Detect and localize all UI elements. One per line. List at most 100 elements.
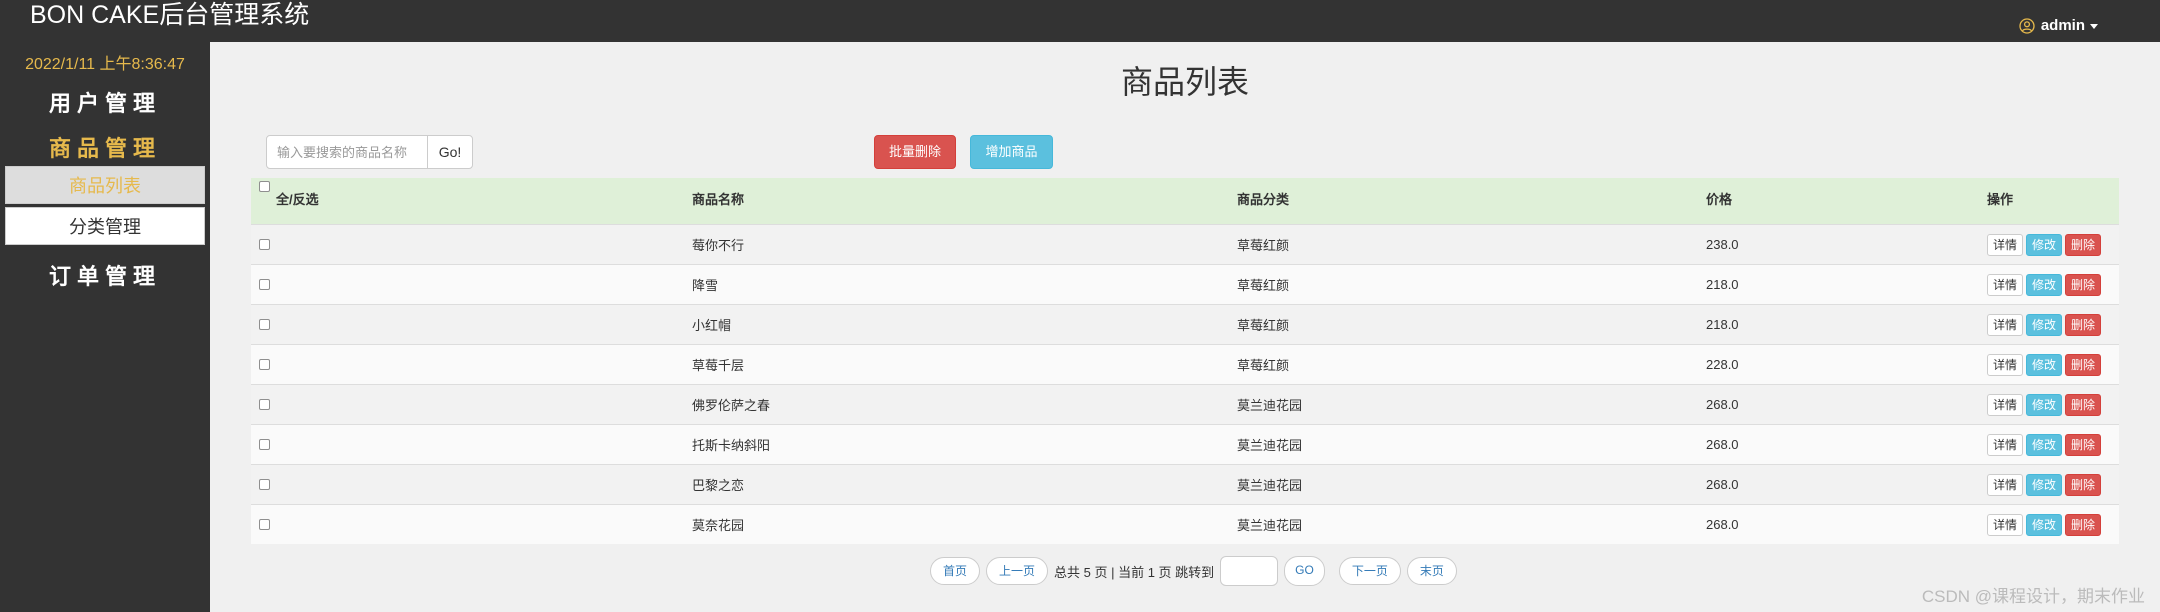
row-checkbox[interactable] <box>259 399 270 410</box>
cell-price: 238.0 <box>1706 237 1739 252</box>
table-row: 草莓千层 草莓红颜 228.0 详情 修改 删除 <box>251 344 2119 384</box>
user-menu[interactable]: admin <box>2019 16 2098 36</box>
cell-price: 268.0 <box>1706 437 1739 452</box>
brand-title[interactable]: BON CAKE后台管理系统 <box>30 0 309 30</box>
cell-name: 莓你不行 <box>692 238 745 253</box>
cell-name: 托斯卡纳斜阳 <box>692 438 771 453</box>
cell-price: 228.0 <box>1706 357 1739 372</box>
row-checkbox[interactable] <box>259 519 270 530</box>
cell-category: 草莓红颜 <box>1237 318 1290 333</box>
row-check-cell <box>259 265 270 304</box>
cell-price: 268.0 <box>1706 517 1739 532</box>
row-checkbox[interactable] <box>259 239 270 250</box>
jump-page-input[interactable] <box>1220 556 1279 586</box>
edit-button[interactable]: 修改 <box>2026 273 2063 296</box>
sidebar-item-product-management[interactable]: 商品管理 <box>0 131 210 163</box>
delete-button[interactable]: 删除 <box>2065 313 2102 336</box>
cell-ops: 详情 修改 删除 <box>1987 225 2104 264</box>
header-check-cell: 全/反选 <box>259 178 319 224</box>
edit-button[interactable]: 修改 <box>2026 473 2063 496</box>
edit-button[interactable]: 修改 <box>2026 313 2063 336</box>
delete-button[interactable]: 删除 <box>2065 273 2102 296</box>
search-input[interactable] <box>266 135 428 169</box>
watermark: CSDN @课程设计，期末作业 <box>1921 587 2145 606</box>
detail-button[interactable]: 详情 <box>1987 513 2024 536</box>
select-all-checkbox[interactable] <box>259 181 270 192</box>
cell-ops: 详情 修改 删除 <box>1987 425 2104 464</box>
sidebar: 2022/1/11 上午8:36:47 用户管理 商品管理 商品列表 分类管理 … <box>0 42 210 612</box>
cell-category: 草莓红颜 <box>1237 238 1290 253</box>
search-go-button[interactable]: Go! <box>427 135 473 169</box>
table-row: 佛罗伦萨之春 莫兰迪花园 268.0 详情 修改 删除 <box>251 384 2119 424</box>
jump-go-button[interactable]: GO <box>1284 556 1325 586</box>
edit-button[interactable]: 修改 <box>2026 513 2063 536</box>
edit-button[interactable]: 修改 <box>2026 433 2063 456</box>
header-category: 商品分类 <box>1237 192 1290 207</box>
delete-button[interactable]: 删除 <box>2065 513 2102 536</box>
detail-button[interactable]: 详情 <box>1987 233 2024 256</box>
table-body: 莓你不行 草莓红颜 238.0 详情 修改 删除 降雪 草莓红颜 218.0 详情 修改 删除 小红帽草… <box>251 224 2119 544</box>
page-info: 总共 5 页 | 当前 1 页 跳转到 <box>1054 564 1215 580</box>
next-page-button[interactable]: 下一页 <box>1338 557 1401 585</box>
detail-button[interactable]: 详情 <box>1987 353 2024 376</box>
cell-category: 草莓红颜 <box>1237 278 1290 293</box>
cell-category: 莫兰迪花园 <box>1237 438 1303 453</box>
delete-button[interactable]: 删除 <box>2065 433 2102 456</box>
row-check-cell <box>259 465 270 504</box>
row-checkbox[interactable] <box>259 359 270 370</box>
edit-button[interactable]: 修改 <box>2026 353 2063 376</box>
sidebar-item-user-management[interactable]: 用户管理 <box>0 86 210 118</box>
last-page-button[interactable]: 末页 <box>1406 557 1457 585</box>
detail-button[interactable]: 详情 <box>1987 313 2024 336</box>
table-row: 巴黎之恋 莫兰迪花园 268.0 详情 修改 删除 <box>251 464 2119 504</box>
cell-category: 草莓红颜 <box>1237 358 1290 373</box>
row-check-cell <box>259 505 270 544</box>
chevron-down-icon <box>2090 23 2098 29</box>
row-checkbox[interactable] <box>259 319 270 330</box>
detail-button[interactable]: 详情 <box>1987 433 2024 456</box>
sidebar-item-category-management[interactable]: 分类管理 <box>5 207 205 245</box>
row-check-cell <box>259 225 270 264</box>
row-checkbox[interactable] <box>259 439 270 450</box>
delete-button[interactable]: 删除 <box>2065 233 2102 256</box>
cell-category: 莫兰迪花园 <box>1237 478 1303 493</box>
detail-button[interactable]: 详情 <box>1987 393 2024 416</box>
row-check-cell <box>259 385 270 424</box>
sidebar-item-order-management[interactable]: 订单管理 <box>0 259 210 291</box>
detail-button[interactable]: 详情 <box>1987 473 2024 496</box>
batch-delete-button[interactable]: 批量删除 <box>874 135 956 169</box>
cell-ops: 详情 修改 删除 <box>1987 385 2104 424</box>
cell-name: 小红帽 <box>692 318 732 333</box>
row-check-cell <box>259 345 270 384</box>
row-checkbox[interactable] <box>259 279 270 290</box>
add-product-button[interactable]: 增加商品 <box>970 135 1053 169</box>
page-title: 商品列表 <box>1120 64 1249 100</box>
edit-button[interactable]: 修改 <box>2026 393 2063 416</box>
cell-name: 降雪 <box>692 278 719 293</box>
row-check-cell <box>259 305 270 344</box>
table-row: 小红帽 草莓红颜 218.0 详情 修改 删除 <box>251 304 2119 344</box>
cell-name: 佛罗伦萨之春 <box>692 398 771 413</box>
delete-button[interactable]: 删除 <box>2065 393 2102 416</box>
row-check-cell <box>259 425 270 464</box>
detail-button[interactable]: 详情 <box>1987 273 2024 296</box>
edit-button[interactable]: 修改 <box>2026 233 2063 256</box>
header-price: 价格 <box>1706 192 1733 207</box>
cell-name: 莫奈花园 <box>692 518 745 533</box>
prev-page-button[interactable]: 上一页 <box>986 557 1049 585</box>
cell-ops: 详情 修改 删除 <box>1987 465 2104 504</box>
cell-category: 莫兰迪花园 <box>1237 398 1303 413</box>
sidebar-item-product-list[interactable]: 商品列表 <box>5 166 205 204</box>
first-page-button[interactable]: 首页 <box>930 557 981 585</box>
current-datetime: 2022/1/11 上午8:36:47 <box>25 56 185 73</box>
row-checkbox[interactable] <box>259 479 270 490</box>
header-ops: 操作 <box>1987 192 2014 207</box>
delete-button[interactable]: 删除 <box>2065 473 2102 496</box>
user-icon <box>2019 18 2035 34</box>
table-header-row: 全/反选 商品名称 商品分类 价格 操作 <box>251 178 2119 224</box>
user-name: admin <box>2040 17 2085 34</box>
table-row: 降雪 草莓红颜 218.0 详情 修改 删除 <box>251 264 2119 304</box>
cell-name: 草莓千层 <box>692 358 745 373</box>
cell-ops: 详情 修改 删除 <box>1987 345 2104 384</box>
delete-button[interactable]: 删除 <box>2065 353 2102 376</box>
